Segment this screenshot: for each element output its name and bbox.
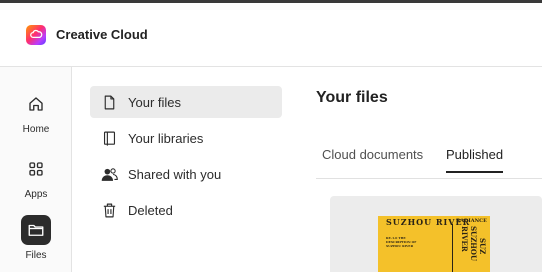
file-thumbnail: SUZHOU RIVER RE-1.0 THE DESCRIPTION OF S…	[378, 216, 490, 272]
nav-item-your-files[interactable]: Your files	[90, 86, 282, 118]
rail-item-apps[interactable]: Apps	[0, 154, 72, 200]
shared-users-icon	[101, 167, 118, 181]
thumbnail-small-text: RADIANCE	[456, 218, 487, 224]
tab-cloud-documents[interactable]: Cloud documents	[322, 147, 423, 171]
thumbnail-caption: RE-1.0 THE DESCRIPTION OF SUZHOU RIVER	[386, 236, 417, 248]
libraries-icon	[103, 131, 116, 146]
main-content: Your files Cloud documents Published SUZ…	[316, 67, 542, 272]
nav-item-deleted[interactable]: Deleted	[90, 194, 282, 226]
published-file-card[interactable]: SUZHOU RIVER RE-1.0 THE DESCRIPTION OF S…	[330, 196, 542, 272]
nav-item-your-libraries[interactable]: Your libraries	[90, 122, 282, 154]
thumbnail-vertical-text: SUZHOU RIVER	[460, 226, 478, 262]
rail-label-home: Home	[22, 124, 50, 135]
rail-label-files: Files	[25, 250, 47, 261]
nav-label-deleted: Deleted	[128, 202, 173, 218]
rail-item-home[interactable]: Home	[0, 89, 72, 135]
thumbnail-divider	[452, 224, 453, 272]
apps-grid-icon	[21, 154, 51, 184]
app-header: Creative Cloud	[0, 3, 542, 67]
trash-icon	[103, 203, 116, 217]
home-icon	[21, 89, 51, 119]
page-title: Your files	[316, 89, 388, 106]
rail-item-files[interactable]: Files	[0, 215, 72, 261]
app-title: Creative Cloud	[56, 27, 148, 42]
rail-label-apps: Apps	[24, 189, 48, 200]
tab-published[interactable]: Published	[446, 147, 504, 173]
creative-cloud-logo-icon	[26, 24, 46, 45]
tab-bar: Cloud documents Published	[316, 145, 542, 179]
files-nav: Your files Your libraries Shared with yo…	[90, 86, 282, 230]
nav-item-shared-with-you[interactable]: Shared with you	[90, 158, 282, 190]
left-rail: Home Apps Files	[0, 67, 72, 272]
thumbnail-vertical-text-2: SUZ	[478, 238, 487, 255]
nav-label-your-libraries: Your libraries	[128, 130, 204, 146]
file-icon	[104, 95, 115, 109]
nav-label-shared-with-you: Shared with you	[128, 166, 222, 182]
nav-label-your-files: Your files	[128, 94, 181, 110]
folder-icon	[21, 215, 51, 245]
